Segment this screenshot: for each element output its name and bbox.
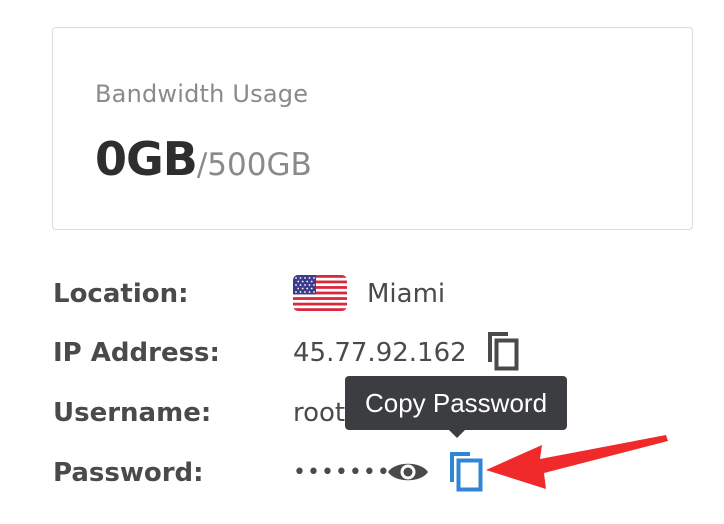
bandwidth-used: 0GB <box>95 132 198 186</box>
bandwidth-usage-card: Bandwidth Usage 0GB/500GB <box>52 27 693 230</box>
password-label: Password: <box>53 458 204 488</box>
location-row: Location: Miami <box>53 272 713 316</box>
show-password-eye-icon[interactable] <box>386 457 430 487</box>
location-value: Miami <box>367 279 446 309</box>
bandwidth-limit: /500GB <box>196 147 312 183</box>
us-flag-icon <box>293 275 347 311</box>
username-value: root <box>293 398 346 428</box>
ip-address-label: IP Address: <box>53 338 220 368</box>
username-label: Username: <box>53 398 212 428</box>
ip-address-row: IP Address: 45.77.92.162 <box>53 331 713 375</box>
copy-ip-icon[interactable] <box>482 328 522 374</box>
location-label: Location: <box>53 279 189 309</box>
copy-password-tooltip: Copy Password <box>345 376 567 430</box>
tooltip-pointer <box>448 429 466 438</box>
bandwidth-usage-label: Bandwidth Usage <box>95 80 309 108</box>
password-masked-value: ••••••• <box>293 460 391 485</box>
bandwidth-usage-value: 0GB/500GB <box>95 132 312 186</box>
ip-address-value: 45.77.92.162 <box>293 338 467 368</box>
red-annotation-arrow-icon <box>480 425 670 495</box>
